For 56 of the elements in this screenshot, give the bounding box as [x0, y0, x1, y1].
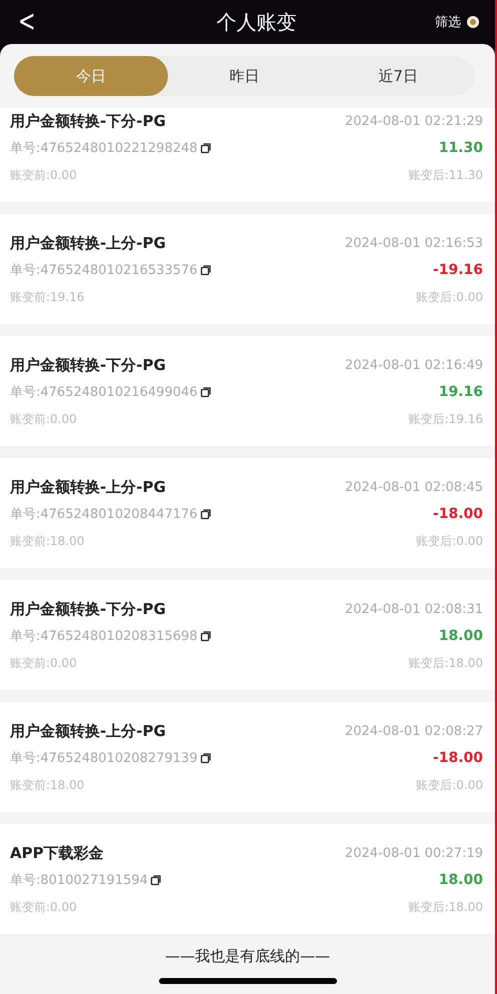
copy-icon[interactable]: [200, 752, 212, 764]
copy-icon[interactable]: [200, 264, 212, 276]
order-number: 单号:4765248010208279139: [10, 750, 198, 767]
record-time: 2024-08-01 02:16:49: [344, 358, 483, 372]
amount: 18.00: [438, 872, 483, 888]
dot-icon: [467, 16, 479, 28]
balance-before: 账变前:0.00: [10, 166, 77, 184]
filter-button[interactable]: 筛选: [435, 13, 479, 31]
record-time: 2024-08-01 02:21:29: [344, 114, 483, 128]
end-of-list-text: ——我也是有底线的——: [165, 947, 330, 966]
back-button[interactable]: <: [18, 7, 46, 37]
record-title: 用户金额转换-下分-PG: [10, 112, 166, 130]
balance-after: 账变后:18.00: [408, 898, 483, 916]
record-time: 2024-08-01 02:16:53: [344, 236, 483, 250]
amount: -18.00: [432, 750, 483, 766]
amount: 18.00: [438, 628, 483, 644]
balance-after: 账变后:0.00: [416, 532, 483, 550]
copy-icon[interactable]: [150, 874, 162, 886]
record-time: 2024-08-01 02:08:31: [344, 602, 483, 616]
record-time: 2024-08-01 02:08:27: [344, 724, 483, 738]
balance-after: 账变后:0.00: [416, 776, 483, 794]
record-title: 用户金额转换-上分-PG: [10, 478, 166, 496]
balance-before: 账变前:19.16: [10, 288, 84, 306]
order-number: 单号:4765248010216499046: [10, 384, 198, 401]
amount: -19.16: [432, 262, 483, 278]
record-title: 用户金额转换-上分-PG: [10, 722, 166, 740]
record-title: 用户金额转换-下分-PG: [10, 600, 166, 618]
balance-after: 账变后:11.30: [408, 166, 483, 184]
order-number: 单号:4765248010208315698: [10, 628, 198, 645]
copy-icon[interactable]: [200, 142, 212, 154]
balance-after: 账变后:0.00: [416, 288, 483, 306]
balance-before: 账变前:0.00: [10, 654, 77, 672]
balance-before: 账变前:18.00: [10, 532, 84, 550]
balance-before: 账变前:18.00: [10, 776, 84, 794]
balance-after: 账变后:18.00: [408, 654, 483, 672]
record-title: 用户金额转换-下分-PG: [10, 356, 166, 374]
amount: 11.30: [438, 140, 483, 156]
copy-icon[interactable]: [200, 386, 212, 398]
copy-icon[interactable]: [200, 630, 212, 642]
order-number: 单号:4765248010208447176: [10, 506, 198, 523]
record-time: 2024-08-01 00:27:19: [344, 846, 483, 860]
amount: 19.16: [438, 384, 483, 400]
record-title: 用户金额转换-上分-PG: [10, 234, 166, 252]
balance-before: 账变前:0.00: [10, 898, 77, 916]
order-number: 单号:4765248010216533576: [10, 262, 198, 279]
copy-icon[interactable]: [200, 508, 212, 520]
order-number: 单号:8010027191594: [10, 872, 148, 889]
order-number: 单号:4765248010221298248: [10, 140, 198, 157]
balance-before: 账变前:0.00: [10, 410, 77, 428]
tab[interactable]: 近7日: [321, 56, 476, 96]
tab[interactable]: 昨日: [168, 56, 322, 96]
page-title: 个人账变: [216, 8, 298, 36]
record-title: APP下载彩金: [10, 844, 104, 862]
amount: -18.00: [432, 506, 483, 522]
record-time: 2024-08-01 02:08:45: [344, 480, 483, 494]
balance-after: 账变后:19.16: [408, 410, 483, 428]
